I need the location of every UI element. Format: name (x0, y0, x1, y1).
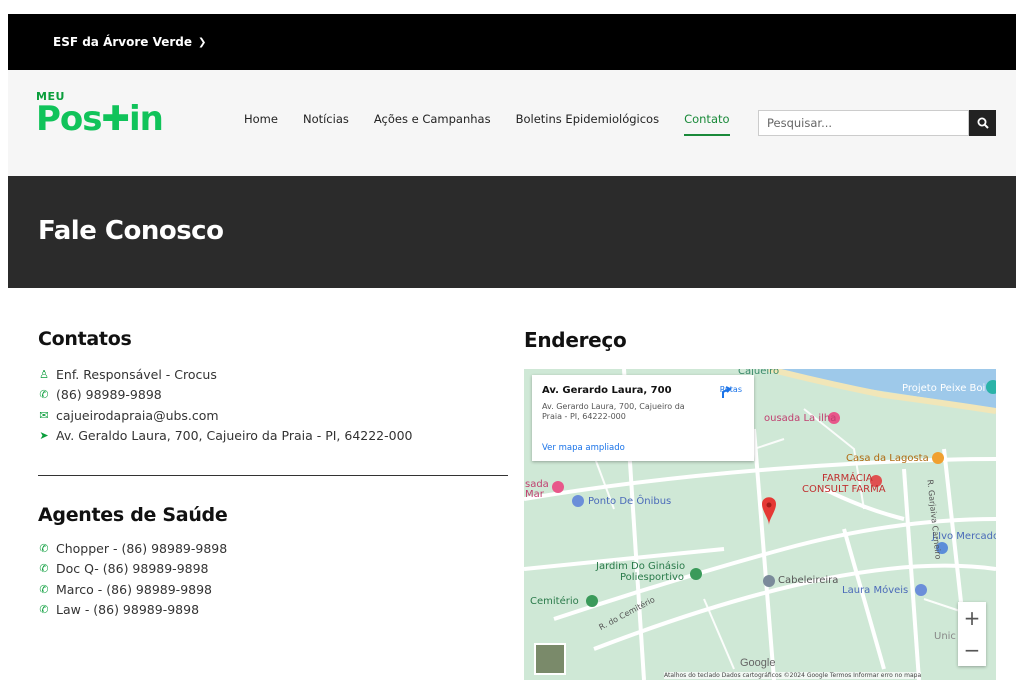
zoom-out-button[interactable]: − (958, 634, 986, 666)
map-label: FARMÁCIA (822, 473, 873, 484)
site-logo[interactable]: MEU Pos✚in (36, 90, 164, 136)
location-arrow-icon: ➤ (39, 429, 49, 443)
email-icon: ✉ (39, 408, 49, 422)
map-label: Mar (525, 489, 544, 500)
agents-heading: Agentes de Saúde (38, 504, 228, 526)
google-logo: Google (740, 657, 776, 669)
map-label: Cemitério (530, 596, 579, 607)
list-item[interactable]: ✆ Doc Q- (86) 98989-9898 (38, 559, 508, 580)
logo-main-a: Pos (36, 99, 103, 139)
map-label: CONSULT FARMA (802, 484, 886, 495)
list-item[interactable]: ✉ cajueirodapraia@ubs.com (38, 405, 508, 426)
embedded-map[interactable]: Cajueiro Projeto Peixe Boi ousada La ilh… (524, 369, 996, 680)
contacts-list: ♙ Enf. Responsável - Crocus ✆ (86) 98989-9… (38, 364, 508, 446)
list-item[interactable]: ✆ (86) 98989-9898 (38, 385, 508, 406)
address-heading: Endereço (524, 328, 627, 352)
page-title: Fale Conosco (38, 216, 224, 246)
heartbeat-cross-icon: ✚ (101, 99, 130, 139)
whatsapp-icon: ✆ (39, 541, 49, 555)
contacts-section: Contatos ♙ Enf. Responsável - Crocus ✆ (86… (38, 328, 508, 446)
map-info-card: Av. Gerardo Laura, 700 Av. Gerardo Laura… (532, 375, 754, 461)
list-item[interactable]: ✆ Marco - (86) 98989-9898 (38, 579, 508, 600)
map-label: J.Ivo Mercado (932, 531, 996, 542)
nav-boletins[interactable]: Boletins Epidemiológicos (516, 112, 659, 136)
logo-main-text: Pos✚in (36, 102, 164, 136)
top-bar: ESF da Árvore Verde ❯ (8, 14, 1016, 70)
map-label: ousada La ilha (764, 413, 837, 424)
zoom-in-button[interactable]: + (958, 602, 986, 634)
contact-text: cajueirodapraia@ubs.com (56, 407, 219, 423)
search-box (758, 110, 996, 136)
whatsapp-icon: ✆ (39, 562, 49, 576)
map-label: Ponto De Ônibus (588, 496, 672, 507)
agents-list: ✆ Chopper - (86) 98989-9898 ✆ Doc Q- (86) … (38, 538, 508, 620)
agent-text: Doc Q- (86) 98989-9898 (56, 561, 209, 577)
logo-main-b: in (129, 99, 164, 139)
nav-noticias[interactable]: Notícias (303, 112, 349, 136)
whatsapp-icon: ✆ (39, 582, 49, 596)
search-input[interactable] (758, 110, 969, 136)
directions-button[interactable]: Rotas (720, 385, 742, 398)
map-label: Casa da Lagosta (846, 453, 929, 464)
unit-selector[interactable]: ESF da Árvore Verde ❯ (53, 35, 206, 49)
map-attribution[interactable]: Atalhos do teclado Dados cartográficos ©… (664, 672, 922, 679)
main-nav: Home Notícias Ações e Campanhas Boletins… (244, 112, 730, 136)
list-item: ➤ Av. Geraldo Laura, 700, Cajueiro da Pra… (38, 426, 508, 447)
directions-icon (721, 386, 732, 398)
view-larger-map-link[interactable]: Ver mapa ampliado (542, 443, 625, 453)
agent-text: Marco - (86) 98989-9898 (56, 581, 213, 597)
agent-text: Law - (86) 98989-9898 (56, 602, 200, 618)
chevron-down-icon: ❯ (198, 36, 207, 48)
contacts-heading: Contatos (38, 328, 132, 350)
agent-text: Chopper - (86) 98989-9898 (56, 540, 228, 556)
whatsapp-icon: ✆ (39, 603, 49, 617)
list-item[interactable]: ✆ Law - (86) 98989-9898 (38, 600, 508, 621)
satellite-toggle[interactable] (534, 643, 566, 675)
nav-contato[interactable]: Contato (684, 112, 730, 136)
top-strip (0, 0, 1016, 14)
whatsapp-icon: ✆ (39, 388, 49, 402)
map-label: Laura Móveis (842, 585, 909, 596)
contact-text: Av. Geraldo Laura, 700, Cajueiro da Prai… (56, 428, 413, 444)
section-divider (38, 475, 508, 476)
site-header: MEU Pos✚in Home Notícias Ações e Campanh… (8, 70, 1016, 176)
search-icon (977, 117, 989, 129)
map-label: Poliesportivo (620, 572, 685, 583)
map-label: Unic (934, 631, 956, 642)
info-card-address: Av. Gerardo Laura, 700, Cajueiro da Prai… (542, 402, 685, 421)
nurse-icon: ♙ (39, 367, 49, 381)
list-item: ♙ Enf. Responsável - Crocus (38, 364, 508, 385)
page-hero: Fale Conosco (8, 176, 1016, 288)
map-label: Jardim Do Ginásio (596, 561, 686, 572)
contact-text: (86) 98989-9898 (56, 387, 162, 403)
list-item[interactable]: ✆ Chopper - (86) 98989-9898 (38, 538, 508, 559)
nav-home[interactable]: Home (244, 112, 278, 136)
info-card-title: Av. Gerardo Laura, 700 (542, 385, 672, 396)
nav-acoes-campanhas[interactable]: Ações e Campanhas (374, 112, 491, 136)
zoom-controls: + − (958, 602, 986, 666)
unit-selector-label: ESF da Árvore Verde (53, 35, 193, 49)
map-label: Cabeleireira (778, 575, 839, 586)
search-button[interactable] (969, 110, 996, 136)
contact-text: Enf. Responsável - Crocus (56, 366, 217, 382)
agents-section: Agentes de Saúde ✆ Chopper - (86) 98989-9… (38, 504, 508, 620)
address-section: Endereço (524, 328, 996, 352)
map-label: Projeto Peixe Boi (902, 383, 986, 394)
